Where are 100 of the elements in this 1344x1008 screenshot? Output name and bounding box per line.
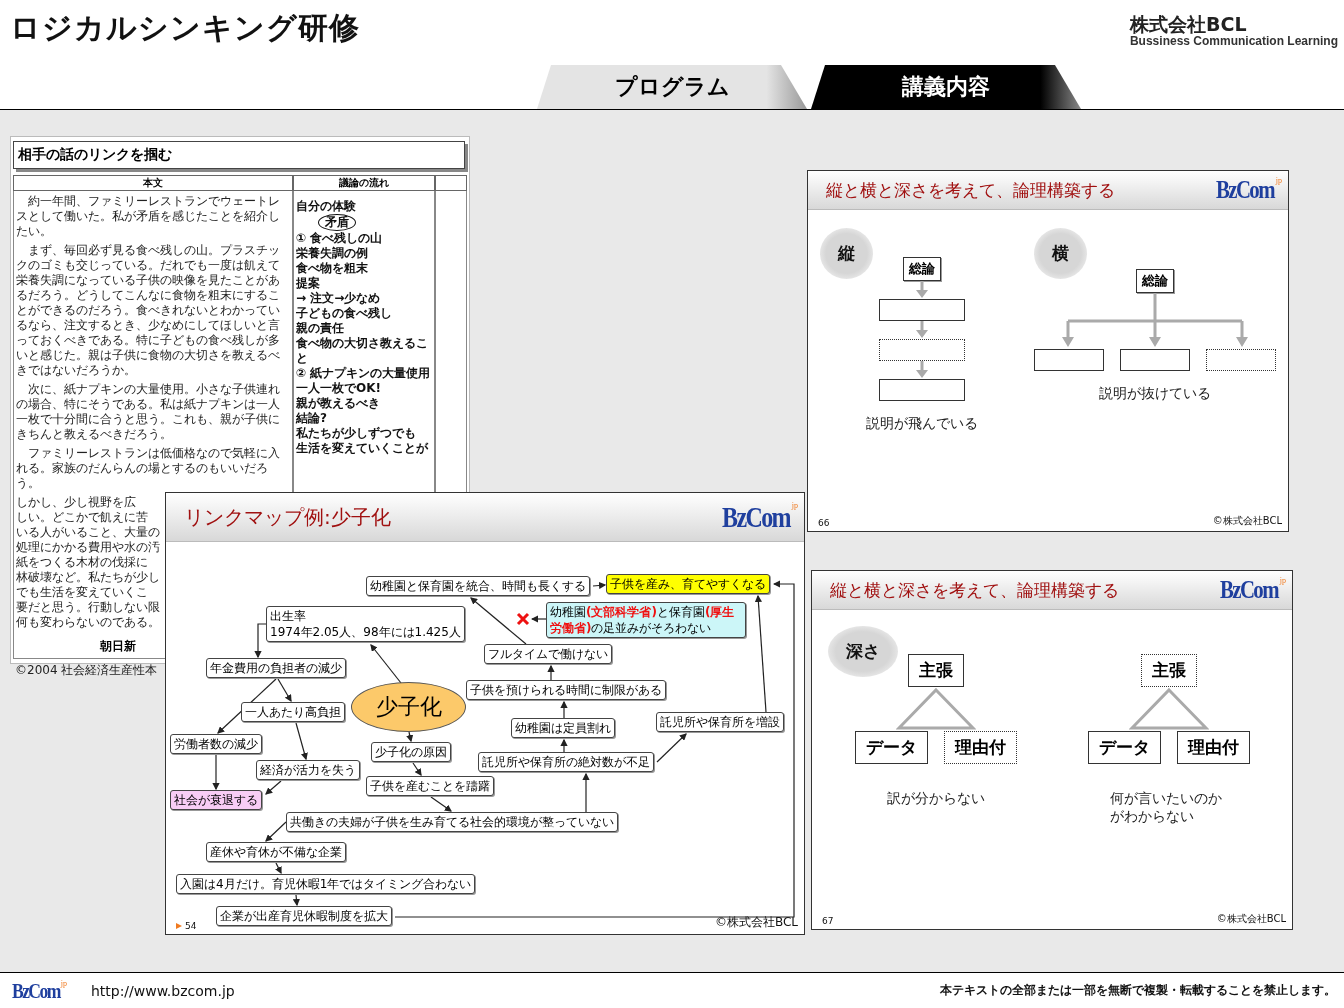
- copyright: ©株式会社BCL: [1212, 514, 1282, 528]
- map-node: 労働者数の減少: [170, 734, 262, 754]
- map-node: 年金費用の負担者の減少: [206, 658, 346, 678]
- text-line: いる人がいること、大量の: [16, 525, 160, 540]
- text-line: しかし、少し視野を広: [16, 495, 136, 510]
- caption: 説明が飛んでいる: [866, 415, 978, 433]
- topic-box: 総論: [903, 257, 941, 281]
- page-title: ロジカルシンキング研修: [10, 9, 360, 47]
- map-node: 子供を預けられる時間に制限がある: [466, 680, 666, 700]
- support-box: 理由付: [1176, 731, 1250, 764]
- document-title: 相手の話のリンクを掴む: [13, 141, 465, 169]
- paragraph: 次に、紙ナプキンの大量使用。小さな子供連れの場合、特にそうである。私は紙ナプキンは一人一枚で十分間に合うと思う。これも、親が子供にきちんと教えるべきだろう。: [16, 382, 281, 442]
- text-line: 林破壊など。私たちが少し: [16, 570, 160, 585]
- map-node: 経済が活力を失う: [256, 760, 360, 780]
- map-node: 企業が出産育児休暇制度を拡大: [216, 906, 392, 926]
- claim-box: 主張: [1140, 654, 1197, 687]
- handwritten-note: 結論?: [296, 411, 327, 426]
- logo-suffix: jp: [791, 502, 798, 510]
- handwritten-note: 子どもの食べ残し: [296, 306, 392, 321]
- caption: 何が言いたいのかがわからない: [1110, 790, 1224, 826]
- handwritten-note: 親が教えるべき: [296, 396, 380, 411]
- handwritten-note: 栄養失調の例: [296, 246, 368, 261]
- slide-title: 縦と横と深さを考えて、論理構築する: [826, 178, 1115, 202]
- map-node: フルタイムで働けない: [484, 644, 612, 664]
- support-box: 理由付: [943, 731, 1017, 764]
- cross-icon: [516, 612, 530, 626]
- connector-arrow: [265, 821, 287, 842]
- paragraph: まず、毎回必ず見る食べ残しの山。プラスチックのゴミも交じっている。だれでも一度は飢えて栄養失調になっている子供の映像を見たことがあるだろう。どうしてこんなに食物を粗末にすることができるのだろう。食べきれないとわかっているなら、注文するとき、少なめにしてほしいと言っておくべきである。特に子どもの食べ残しが多いと感じた。親は子供に食物の大切さを教えるべきではないだろうか。: [16, 243, 281, 378]
- document-footer: ©2004 社会経済生産性本: [15, 662, 158, 679]
- copyright-notice: 本テキストの全部または一部を無断で複製・転載することを禁止します。: [940, 982, 1336, 999]
- down-arrow: [915, 281, 929, 299]
- handwritten-note: 自分の体験: [296, 199, 356, 214]
- connector-arrow: [212, 754, 220, 791]
- map-node: 託児所や保育所の絶対数が不足: [478, 752, 654, 772]
- copyright: ©株式会社BCL: [714, 914, 798, 931]
- map-node: 幼稚園は定員割れ: [511, 718, 615, 738]
- tab[interactable]: 講義内容: [811, 65, 1081, 109]
- central-topic: 少子化: [351, 682, 466, 732]
- paragraph: 約一年間、ファミリーレストランでウェートレスとして働いた。私が矛盾を感じたことを紹介したい。: [16, 194, 281, 239]
- text-line: 紙をつくる木材の伐採に: [16, 555, 148, 570]
- map-node: 幼稚園と保育園を統合、時間も長くする: [366, 576, 590, 596]
- handwritten-note: 食べ物を粗末: [296, 261, 368, 276]
- caption: 説明が抜けている: [1099, 385, 1211, 403]
- connector-arrow: [275, 862, 282, 875]
- logo-suffix: jp: [1279, 577, 1286, 585]
- page-number: 67: [822, 916, 834, 926]
- text-line: 何も変わらないのである。: [16, 615, 160, 630]
- map-node: 子供を産むことを躊躇: [366, 776, 494, 796]
- map-node: 一人あたり高負担: [241, 702, 345, 722]
- map-node: 産休や育休が不備な企業: [206, 842, 346, 862]
- down-arrow: [915, 321, 929, 339]
- map-node: 託児所や保育所を増設: [656, 712, 784, 732]
- map-node: 幼稚園(文部科学省)と保育園(厚生労働省)の足並みがそろわない: [546, 602, 746, 638]
- map-node: 出生率 1974年2.05人、98年には1.425人: [266, 606, 465, 642]
- logo-text: BzCom: [721, 502, 790, 532]
- slide-title: 縦と横と深さを考えて、論理構築する: [830, 578, 1119, 602]
- claim-box: 主張: [907, 654, 964, 687]
- source-text: 朝日新: [100, 638, 136, 655]
- topic-box: 総論: [1136, 269, 1174, 293]
- logo-text: BzCom: [1216, 177, 1275, 203]
- connector-arrow: [295, 722, 308, 761]
- handwritten-note: ① 食べ残しの山: [296, 231, 383, 246]
- play-icon: [176, 923, 182, 929]
- paragraph: ファミリーレストランは低価格なので気軽に入れる。家族のだんらんの場とするのもいいだろう。: [16, 446, 281, 491]
- triangle-icon: [1128, 687, 1209, 731]
- map-node: 入園は4月だけ。育児休暇1年ではタイミング合わない: [176, 874, 476, 894]
- connector-arrow: [265, 780, 282, 795]
- map-node: 社会が衰退する: [170, 790, 262, 810]
- handwritten-note: 食べ物の大切さ教えること: [296, 336, 429, 366]
- caption: 訳が分からない: [886, 790, 985, 808]
- down-arrow: [915, 361, 929, 379]
- section-label: 深さ: [828, 626, 898, 677]
- slide-title: リンクマップ例:少子化: [184, 503, 391, 531]
- handwritten-note: → 注文→少なめ: [296, 291, 381, 306]
- section-label: 縦: [820, 228, 873, 279]
- triangle-icon: [895, 687, 976, 731]
- connector-arrow: [254, 623, 267, 659]
- website-link[interactable]: http://www.bzcom.jp: [90, 982, 235, 999]
- handwritten-note: ② 紙ナプキンの大量使用: [296, 366, 431, 381]
- tab[interactable]: プログラム: [537, 65, 807, 109]
- logo-text: BzCom: [12, 979, 60, 1002]
- text-line: でも生活を変えていくこ: [16, 585, 148, 600]
- company-tagline: Bussiness Communication Learning: [1129, 34, 1338, 48]
- map-node: 共働きの夫婦が子供を生み育てる社会的環境が整っていない: [286, 812, 618, 832]
- support-box: データ: [1087, 731, 1161, 764]
- handwritten-note: 親の責任: [296, 321, 344, 336]
- handwritten-note: 生活を変えていくことが: [296, 441, 428, 456]
- copyright: ©株式会社BCL: [1216, 912, 1286, 926]
- map-node: 少子化の原因: [371, 742, 451, 762]
- column-header: 本文: [13, 176, 293, 191]
- map-node: 子供を産み、育てやすくなる: [606, 574, 770, 594]
- logo-suffix: jp: [60, 979, 67, 988]
- page-number: 66: [818, 518, 830, 528]
- column-header: 議論の流れ: [293, 176, 435, 191]
- text-line: 処理にかかる費用や水の汚: [16, 540, 160, 555]
- handwritten-note: 私たちが少しずつでも: [296, 426, 416, 441]
- support-box: データ: [854, 731, 928, 764]
- text-line: 要だと思う。行動しない限: [16, 600, 160, 615]
- page-number: 54: [185, 921, 197, 931]
- logo-suffix: jp: [1275, 177, 1282, 185]
